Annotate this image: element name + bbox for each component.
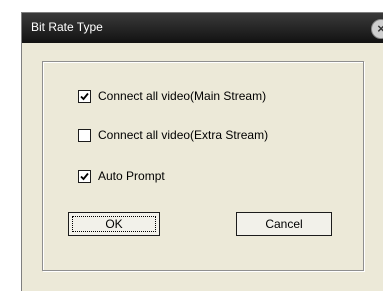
extra-stream-label: Connect all video(Extra Stream) — [98, 128, 269, 142]
option-main-stream[interactable]: Connect all video(Main Stream) — [78, 88, 266, 104]
close-icon[interactable]: × — [371, 19, 383, 39]
cancel-button[interactable]: Cancel — [236, 212, 332, 236]
option-extra-stream[interactable]: Connect all video(Extra Stream) — [78, 127, 268, 143]
checkmark-icon — [80, 172, 89, 180]
title-bar: Bit Rate Type × — [22, 13, 383, 43]
main-stream-checkbox[interactable] — [78, 89, 91, 103]
ok-button[interactable]: OK — [68, 212, 160, 236]
main-stream-label: Connect all video(Main Stream) — [98, 89, 267, 103]
checkmark-icon — [80, 92, 89, 100]
bit-rate-type-dialog: Bit Rate Type × Connect all video(Main S… — [21, 12, 383, 291]
extra-stream-checkbox[interactable] — [78, 128, 91, 142]
option-auto-prompt[interactable]: Auto Prompt — [78, 168, 165, 184]
auto-prompt-label: Auto Prompt — [98, 169, 165, 183]
dialog-title: Bit Rate Type — [31, 20, 103, 34]
ok-button-label: OK — [72, 216, 156, 232]
auto-prompt-checkbox[interactable] — [78, 169, 91, 183]
